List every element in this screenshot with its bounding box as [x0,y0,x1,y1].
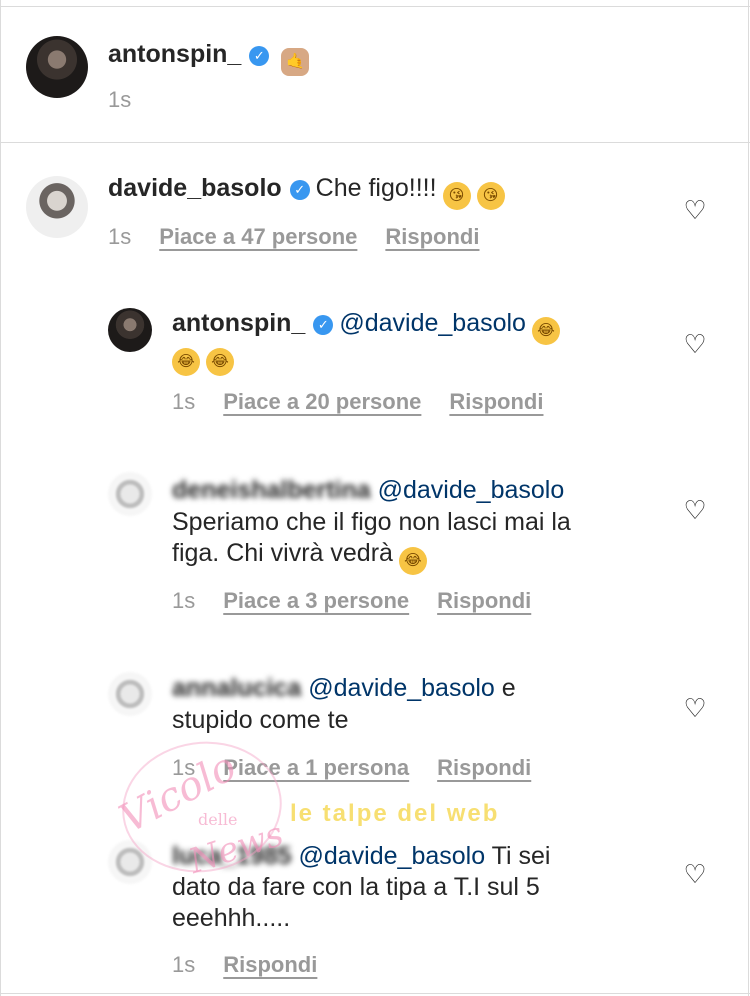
comment-5-like-heart-icon[interactable]: ♡ [682,861,708,887]
comment-1-body: davide_basolo ✓ Che figo!!!! 😘 😘 [108,172,505,210]
comment-1-username[interactable]: davide_basolo [108,174,282,202]
verified-badge-icon: ✓ [313,315,334,335]
comment-3-mention[interactable]: @davide_basolo [378,476,565,504]
comment-4-line2: stupido come te [172,706,349,734]
comment-3-text: figa. Chi vivrà vedrà [172,539,393,567]
comment-4-line1: annalucica @davide_basolo e [172,672,516,704]
post-header: antonspin_ ✓ 🤙 [108,38,310,76]
comment-3-reply-link[interactable]: Rispondi [437,588,531,613]
comment-1-time: 1s [108,224,132,249]
comment-4-username[interactable]: annalucica [172,674,301,702]
call-me-hand-emoji: 🤙 [281,48,310,76]
comment-5-reply-link[interactable]: Rispondi [223,952,317,977]
comment-2-meta: 1s Piace a 20 persone Rispondi [172,388,543,416]
avatar-antonspin-reply[interactable] [108,308,152,352]
bottom-border [0,993,750,994]
comment-1-meta: 1s Piace a 47 persone Rispondi [108,223,479,251]
comment-2-time: 1s [172,389,196,414]
comment-5-line2: dato da fare con la tipa a T.I sul 5 [172,873,540,901]
comment-1-text: Che figo!!!! [315,174,437,202]
kiss-emoji: 😘 [476,182,505,210]
post-divider [0,142,750,143]
comment-3-line3: figa. Chi vivrà vedrà 😂 [172,537,427,575]
post-username[interactable]: antonspin_ [108,40,241,68]
comment-3-line2: Speriamo che il figo non lasci mai la [172,508,571,536]
comment-4-tail: e [501,674,516,702]
verified-badge-icon: ✓ [289,180,310,200]
comment-3-time: 1s [172,588,196,613]
comment-1-like-heart-icon[interactable]: ♡ [682,197,708,223]
comment-5-time: 1s [172,952,196,977]
comment-2-like-heart-icon[interactable]: ♡ [682,331,708,357]
left-border [0,0,1,996]
top-border [0,6,750,7]
comment-3-likes-link[interactable]: Piace a 3 persone [223,588,409,613]
comment-2-mention[interactable]: @davide_basolo [339,309,526,337]
comment-1-reply-link[interactable]: Rispondi [385,224,479,249]
verified-badge-icon: ✓ [249,46,270,66]
avatar-davide-basolo[interactable] [26,176,88,238]
kiss-emoji: 😘 [442,182,471,210]
comment-4-like-heart-icon[interactable]: ♡ [682,695,708,721]
watermark-talpe-text: le talpe del web [290,800,500,827]
comment-2-reply-link[interactable]: Rispondi [449,389,543,414]
comment-4-mention[interactable]: @davide_basolo [308,674,495,702]
comment-1-likes-link[interactable]: Piace a 47 persone [159,224,357,249]
avatar-blurred-user[interactable] [108,672,152,716]
comment-5-line3: eeehhh..... [172,904,291,932]
tears-of-joy-emoji: 😂 [398,547,427,575]
tears-of-joy-emoji: 😂 [206,348,234,376]
comment-3-like-heart-icon[interactable]: ♡ [682,497,708,523]
tears-of-joy-emoji: 😂 [172,348,200,376]
comment-2-line2: 😂 😂 [166,338,234,376]
avatar-antonspin[interactable] [26,36,88,98]
comment-2-likes-link[interactable]: Piace a 20 persone [223,389,421,414]
comment-5-tail: Ti sei [491,842,551,870]
post-time: 1s [108,87,132,112]
watermark-delle-text: delle [198,810,238,829]
comment-5-mention[interactable]: @davide_basolo [299,842,486,870]
comment-2-username[interactable]: antonspin_ [172,309,305,337]
tears-of-joy-emoji: 😂 [531,317,560,345]
comment-3-line1: deneishalbertina @davide_basolo [172,474,564,506]
comment-5-meta: 1s Rispondi [172,951,317,979]
avatar-blurred-user[interactable] [108,472,152,516]
comment-3-meta: 1s Piace a 3 persone Rispondi [172,587,531,615]
comment-3-username[interactable]: deneishalbertina [172,476,371,504]
comment-4-reply-link[interactable]: Rispondi [437,755,531,780]
right-border [748,0,749,996]
